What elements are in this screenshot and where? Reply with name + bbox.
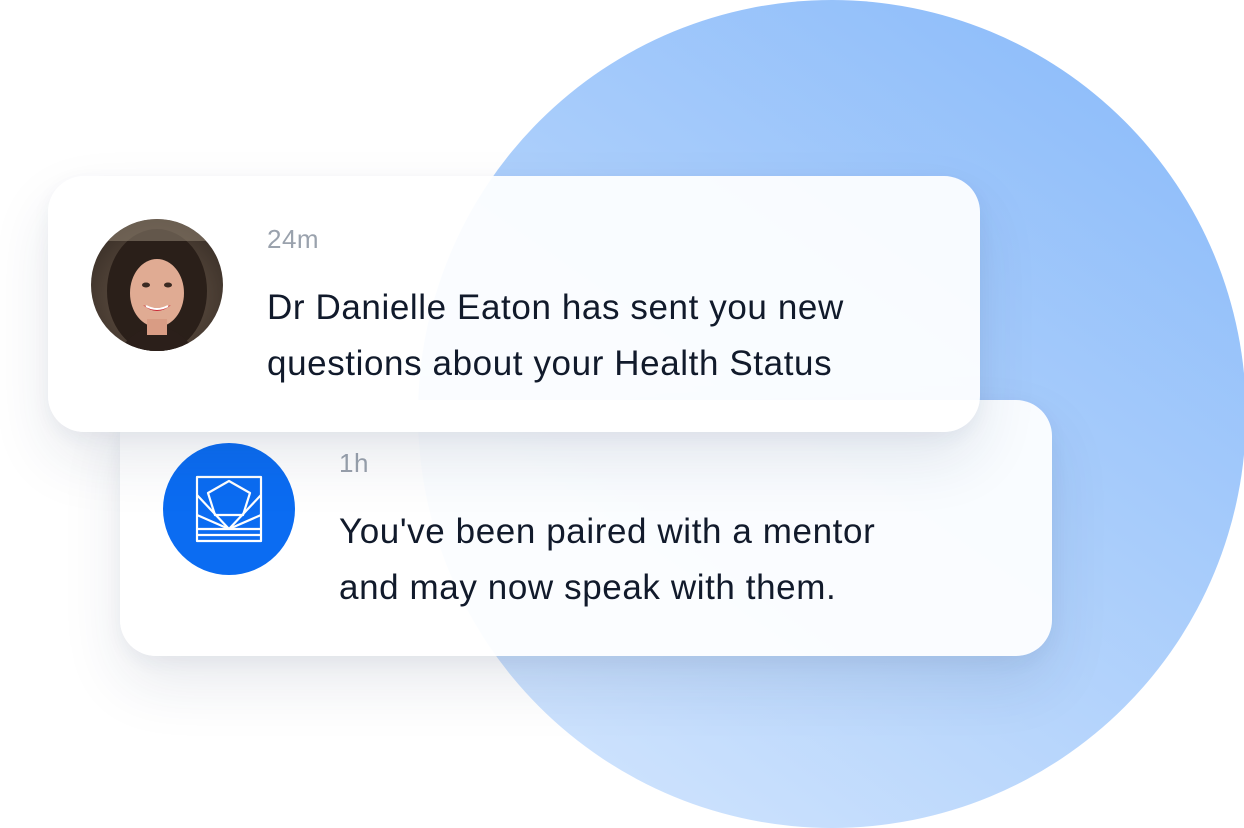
- brand-logo-icon: [163, 443, 295, 575]
- message-line: You've been paired with a mentor: [339, 512, 876, 551]
- notification-card-doctor[interactable]: 24m Dr Danielle Eaton has sent you new q…: [48, 176, 980, 432]
- message-line: questions about your Health Status: [267, 344, 833, 383]
- notification-time: 24m: [267, 224, 320, 254]
- message-line: Dr Danielle Eaton has sent you new: [267, 288, 844, 327]
- notification-message: Dr Danielle Eaton has sent you new quest…: [267, 280, 957, 392]
- notification-time: 1h: [339, 448, 369, 478]
- notification-message: You've been paired with a mentor and may…: [339, 504, 1029, 616]
- message-line: and may now speak with them.: [339, 568, 837, 607]
- avatar: [91, 219, 223, 351]
- notification-card-mentor[interactable]: 1h You've been paired with a mentor and …: [120, 400, 1052, 656]
